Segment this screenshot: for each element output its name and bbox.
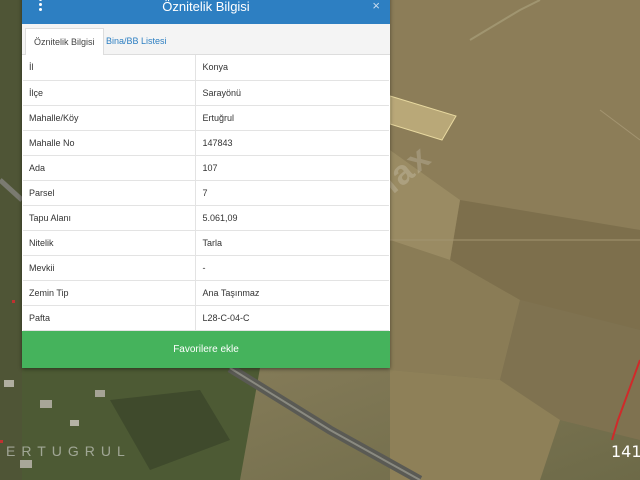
table-row: Nitelik Tarla (23, 230, 389, 256)
attribute-info-panel: Öznitelik Bilgisi × Öznitelik Bilgisi Bi… (22, 0, 390, 368)
table-row: Parsel 7 (23, 180, 389, 206)
table-row: İl Konya (23, 55, 389, 81)
attribute-key: Tapu Alanı (23, 205, 196, 231)
table-row: Zemin Tip Ana Taşınmaz (23, 280, 389, 306)
table-row: İlçe Sarayönü (23, 80, 389, 106)
attribute-key: Mevkii (23, 255, 196, 281)
attribute-key: İlçe (23, 80, 196, 106)
attribute-key: Parsel (23, 180, 196, 206)
panel-header: Öznitelik Bilgisi × (22, 0, 390, 24)
attribute-value: 7 (195, 180, 389, 206)
attribute-value: Ana Taşınmaz (195, 280, 389, 306)
attribute-key: Mahalle/Köy (23, 105, 196, 131)
attribute-value: - (195, 255, 389, 281)
attribute-key: Zemin Tip (23, 280, 196, 306)
attribute-value: L28-C-04-C (195, 305, 389, 331)
table-row: Pafta L28-C-04-C (23, 305, 389, 331)
attribute-value: Sarayönü (195, 80, 389, 106)
table-row: Ada 107 (23, 155, 389, 181)
panel-tabs: Öznitelik Bilgisi Bina/BB Listesi (22, 24, 390, 55)
table-row: Mahalle No 147843 (23, 130, 389, 156)
attribute-key: Nitelik (23, 230, 196, 256)
map-corner-label: 141 (611, 442, 640, 461)
attribute-key: İl (23, 55, 196, 81)
tab-attribute-info[interactable]: Öznitelik Bilgisi (25, 28, 104, 55)
table-row: Mevkii - (23, 255, 389, 281)
attribute-value: Ertuğrul (195, 105, 389, 131)
attribute-value: Tarla (195, 230, 389, 256)
attribute-table: İl Konya İlçe Sarayönü Mahalle/Köy Ertuğ… (23, 55, 389, 331)
table-row: Mahalle/Köy Ertuğrul (23, 105, 389, 131)
attribute-value: 107 (195, 155, 389, 181)
tab-building-list[interactable]: Bina/BB Listesi (98, 28, 175, 55)
close-icon[interactable]: × (372, 0, 380, 13)
panel-title: Öznitelik Bilgisi (162, 0, 250, 14)
attribute-key: Ada (23, 155, 196, 181)
attribute-key: Pafta (23, 305, 196, 331)
attribute-value: Konya (195, 55, 389, 81)
attribute-value: 5.061,09 (195, 205, 389, 231)
attribute-value: 147843 (195, 130, 389, 156)
add-to-favorites-button[interactable]: Favorilere ekle (22, 331, 390, 368)
map-brand-text: ERTUGRUL (6, 443, 131, 459)
attribute-key: Mahalle No (23, 130, 196, 156)
table-row: Tapu Alanı 5.061,09 (23, 205, 389, 231)
